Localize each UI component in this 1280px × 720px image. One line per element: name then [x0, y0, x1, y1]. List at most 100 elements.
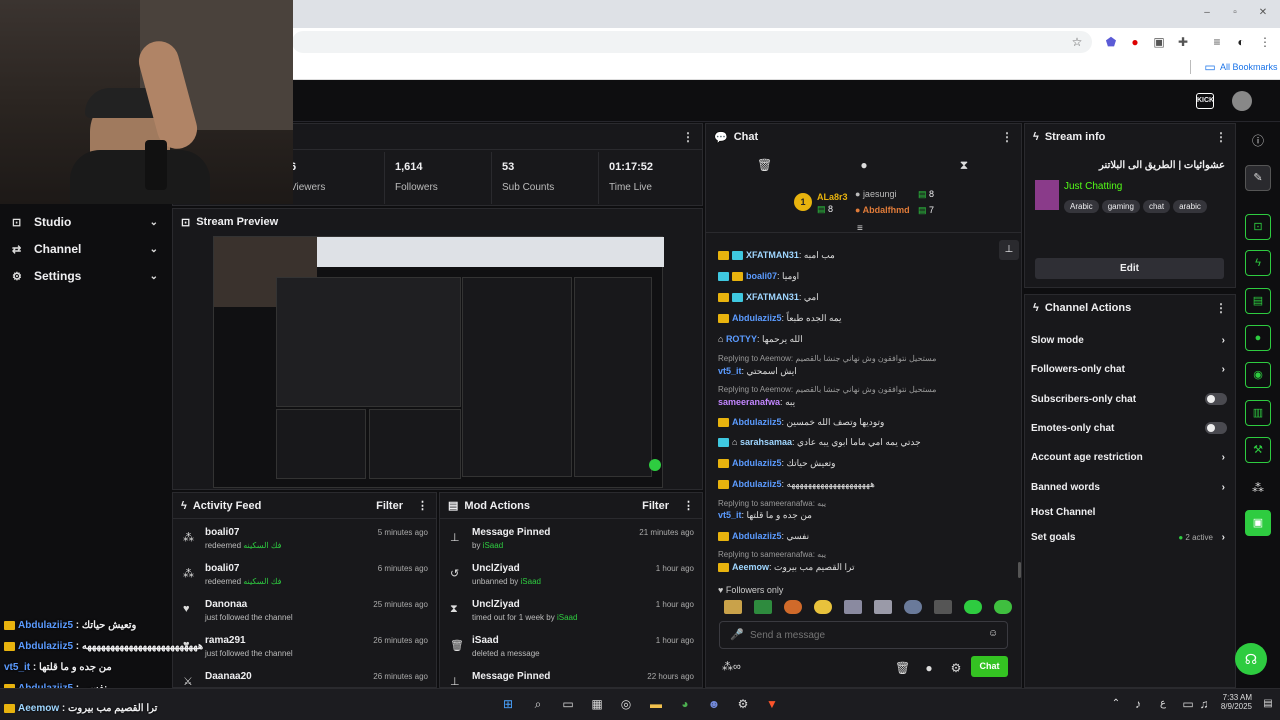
windows-start-icon[interactable]: ⊞ [500, 696, 516, 712]
address-bar[interactable] [292, 31, 1092, 53]
star-icon[interactable]: ☆ [1070, 35, 1084, 49]
tag-chip[interactable]: arabic [1173, 200, 1207, 213]
store-icon[interactable]: ▦ [589, 696, 605, 712]
clock[interactable]: 7:33 AM 8/9/2025 [1216, 693, 1252, 711]
broadcast-rail-icon[interactable]: ◉ [1245, 362, 1271, 388]
emote-icon[interactable] [964, 600, 982, 614]
chat-username[interactable]: XFATMAN31 [746, 292, 799, 302]
chat-input[interactable] [750, 627, 970, 643]
studio-rail-icon[interactable]: ⊡ [1245, 214, 1271, 240]
profile-avatar[interactable]: ◐ [1234, 35, 1248, 49]
chat-username[interactable]: Abdulaziiz5 [732, 531, 782, 541]
chat-username[interactable]: Aeemow [732, 562, 769, 572]
chat-username[interactable]: Abdulaziiz5 [732, 313, 782, 323]
send-chat-button[interactable]: Chat [971, 656, 1008, 677]
chat-bubble-icon[interactable]: ● [922, 661, 936, 675]
banned-words-row[interactable]: Banned words › [1031, 482, 1227, 493]
hourglass-icon[interactable]: ⧗ [957, 158, 971, 172]
category-link[interactable]: Just Chatting [1064, 181, 1122, 192]
kebab-icon[interactable]: ⋮ [1215, 301, 1227, 315]
wrench-rail-icon[interactable]: ⚒ [1245, 437, 1271, 463]
chat-bubble-icon[interactable]: ● [857, 158, 871, 172]
close-icon[interactable]: ✕ [1256, 6, 1270, 20]
chat-scrollbar[interactable] [1018, 562, 1021, 578]
input-language[interactable]: ع [1155, 696, 1171, 712]
leader-first-name[interactable]: ALa8r3 [817, 192, 848, 202]
edit-icon[interactable]: ✎ [1245, 165, 1271, 191]
tag-chip[interactable]: Arabic [1064, 200, 1099, 213]
mic-icon[interactable]: 🎤 [730, 628, 744, 641]
nav-studio[interactable]: ⊡ Studio ⌄ [0, 209, 172, 235]
nav-settings[interactable]: ⚙ Settings ⌄ [0, 263, 172, 289]
chat-username[interactable]: vt5_it [718, 366, 742, 376]
info-icon[interactable]: ⓘ [1251, 134, 1265, 148]
menu-kebab-icon[interactable]: ⋮ [1258, 35, 1272, 49]
search-icon[interactable]: ⌕ [530, 696, 546, 712]
tag-chip[interactable]: gaming [1101, 200, 1140, 213]
chat-input-box[interactable]: 🎤 ☺ [719, 621, 1008, 649]
emote-icon[interactable] [904, 600, 922, 614]
chat-username[interactable]: Abdulaziiz5 [732, 417, 782, 427]
host-channel-row[interactable]: Host Channel [1031, 507, 1227, 518]
task-view-icon[interactable]: ▭ [560, 696, 576, 712]
brave-icon[interactable]: ▼ [764, 696, 780, 712]
emote-icon[interactable] [934, 600, 952, 614]
chat-username[interactable]: sarahsamaa [740, 437, 792, 447]
emote-icon[interactable] [994, 600, 1012, 614]
microphone-tray-icon[interactable]: ♪ [1130, 696, 1146, 712]
leader-second[interactable]: ● jaesungi [855, 189, 896, 199]
bolt-rail-icon[interactable]: ϟ [1245, 250, 1271, 276]
tray-expand-icon[interactable]: ⌃ [1108, 696, 1124, 712]
chat-rail-icon[interactable]: ● [1245, 325, 1271, 351]
emoji-icon[interactable]: ☺ [988, 628, 998, 639]
edit-stream-info-button[interactable]: Edit [1035, 258, 1224, 279]
all-bookmarks-link[interactable]: All Bookmarks [1220, 62, 1278, 72]
emote-icon[interactable] [754, 600, 772, 614]
mod-view-rail-icon[interactable]: ▣ [1245, 510, 1271, 536]
chat-username[interactable]: vt5_it [718, 510, 742, 520]
emote-icon[interactable] [844, 600, 862, 614]
notifications-icon[interactable]: ▤ [1260, 696, 1276, 712]
mod-by-user[interactable]: iSaad [557, 613, 577, 622]
volume-icon[interactable]: ♫ [1196, 696, 1212, 712]
chat-username[interactable]: ROTYY [726, 334, 757, 344]
steam-icon[interactable]: ⚙ [735, 696, 751, 712]
subscribers-only-toggle[interactable] [1205, 393, 1227, 405]
account-age-row[interactable]: Account age restriction › [1031, 452, 1227, 463]
minimize-icon[interactable]: – [1200, 6, 1214, 20]
opera-extension-icon[interactable]: ● [1128, 35, 1142, 49]
puzzle-icon[interactable]: ✚ [1176, 35, 1190, 49]
support-headset-icon[interactable]: ☊ [1235, 643, 1267, 675]
activity-filter-button[interactable]: Filter [376, 500, 403, 512]
shield-extension-icon[interactable]: ⬟ [1104, 35, 1118, 49]
mod-by-user[interactable]: iSaad [483, 541, 503, 550]
emote-icon[interactable] [724, 600, 742, 614]
stream-preview-video[interactable] [213, 236, 664, 488]
tag-chip[interactable]: chat [1142, 200, 1171, 213]
kebab-icon[interactable]: ⋮ [1001, 130, 1013, 144]
document-rail-icon[interactable]: ▤ [1245, 288, 1271, 314]
kebab-icon[interactable]: ⋮ [683, 499, 694, 512]
network-icon[interactable]: ▭ [1180, 696, 1196, 712]
slow-mode-row[interactable]: Slow mode › [1031, 335, 1227, 346]
chat-username[interactable]: sameeranafwa [718, 397, 780, 407]
mod-by-user[interactable]: iSaad [521, 577, 541, 586]
gear-icon[interactable]: ⚙ [949, 661, 963, 675]
followers-only-row[interactable]: Followers-only chat › [1031, 364, 1227, 375]
kebab-icon[interactable]: ⋮ [682, 130, 694, 144]
points-infinity-icon[interactable]: ⁂∞ [722, 660, 741, 673]
kebab-icon[interactable]: ⋮ [417, 499, 428, 512]
emote-icon[interactable] [784, 600, 802, 614]
playlist-icon[interactable]: ≡ [1210, 35, 1224, 49]
chat-username[interactable]: Abdulaziiz5 [732, 458, 782, 468]
mod-filter-button[interactable]: Filter [642, 500, 669, 512]
kebab-icon[interactable]: ⋮ [1215, 130, 1227, 144]
emote-icon[interactable] [874, 600, 892, 614]
category-thumbnail[interactable] [1035, 180, 1059, 210]
emotes-only-toggle[interactable] [1205, 422, 1227, 434]
nav-channel[interactable]: ⇄ Channel ⌄ [0, 236, 172, 262]
layout-rail-icon[interactable]: ▥ [1245, 400, 1271, 426]
trash-icon[interactable]: 🗑 [895, 661, 910, 675]
trash-icon[interactable]: 🗑 [757, 158, 772, 172]
points-rail-icon[interactable]: ⁂ [1251, 481, 1265, 495]
